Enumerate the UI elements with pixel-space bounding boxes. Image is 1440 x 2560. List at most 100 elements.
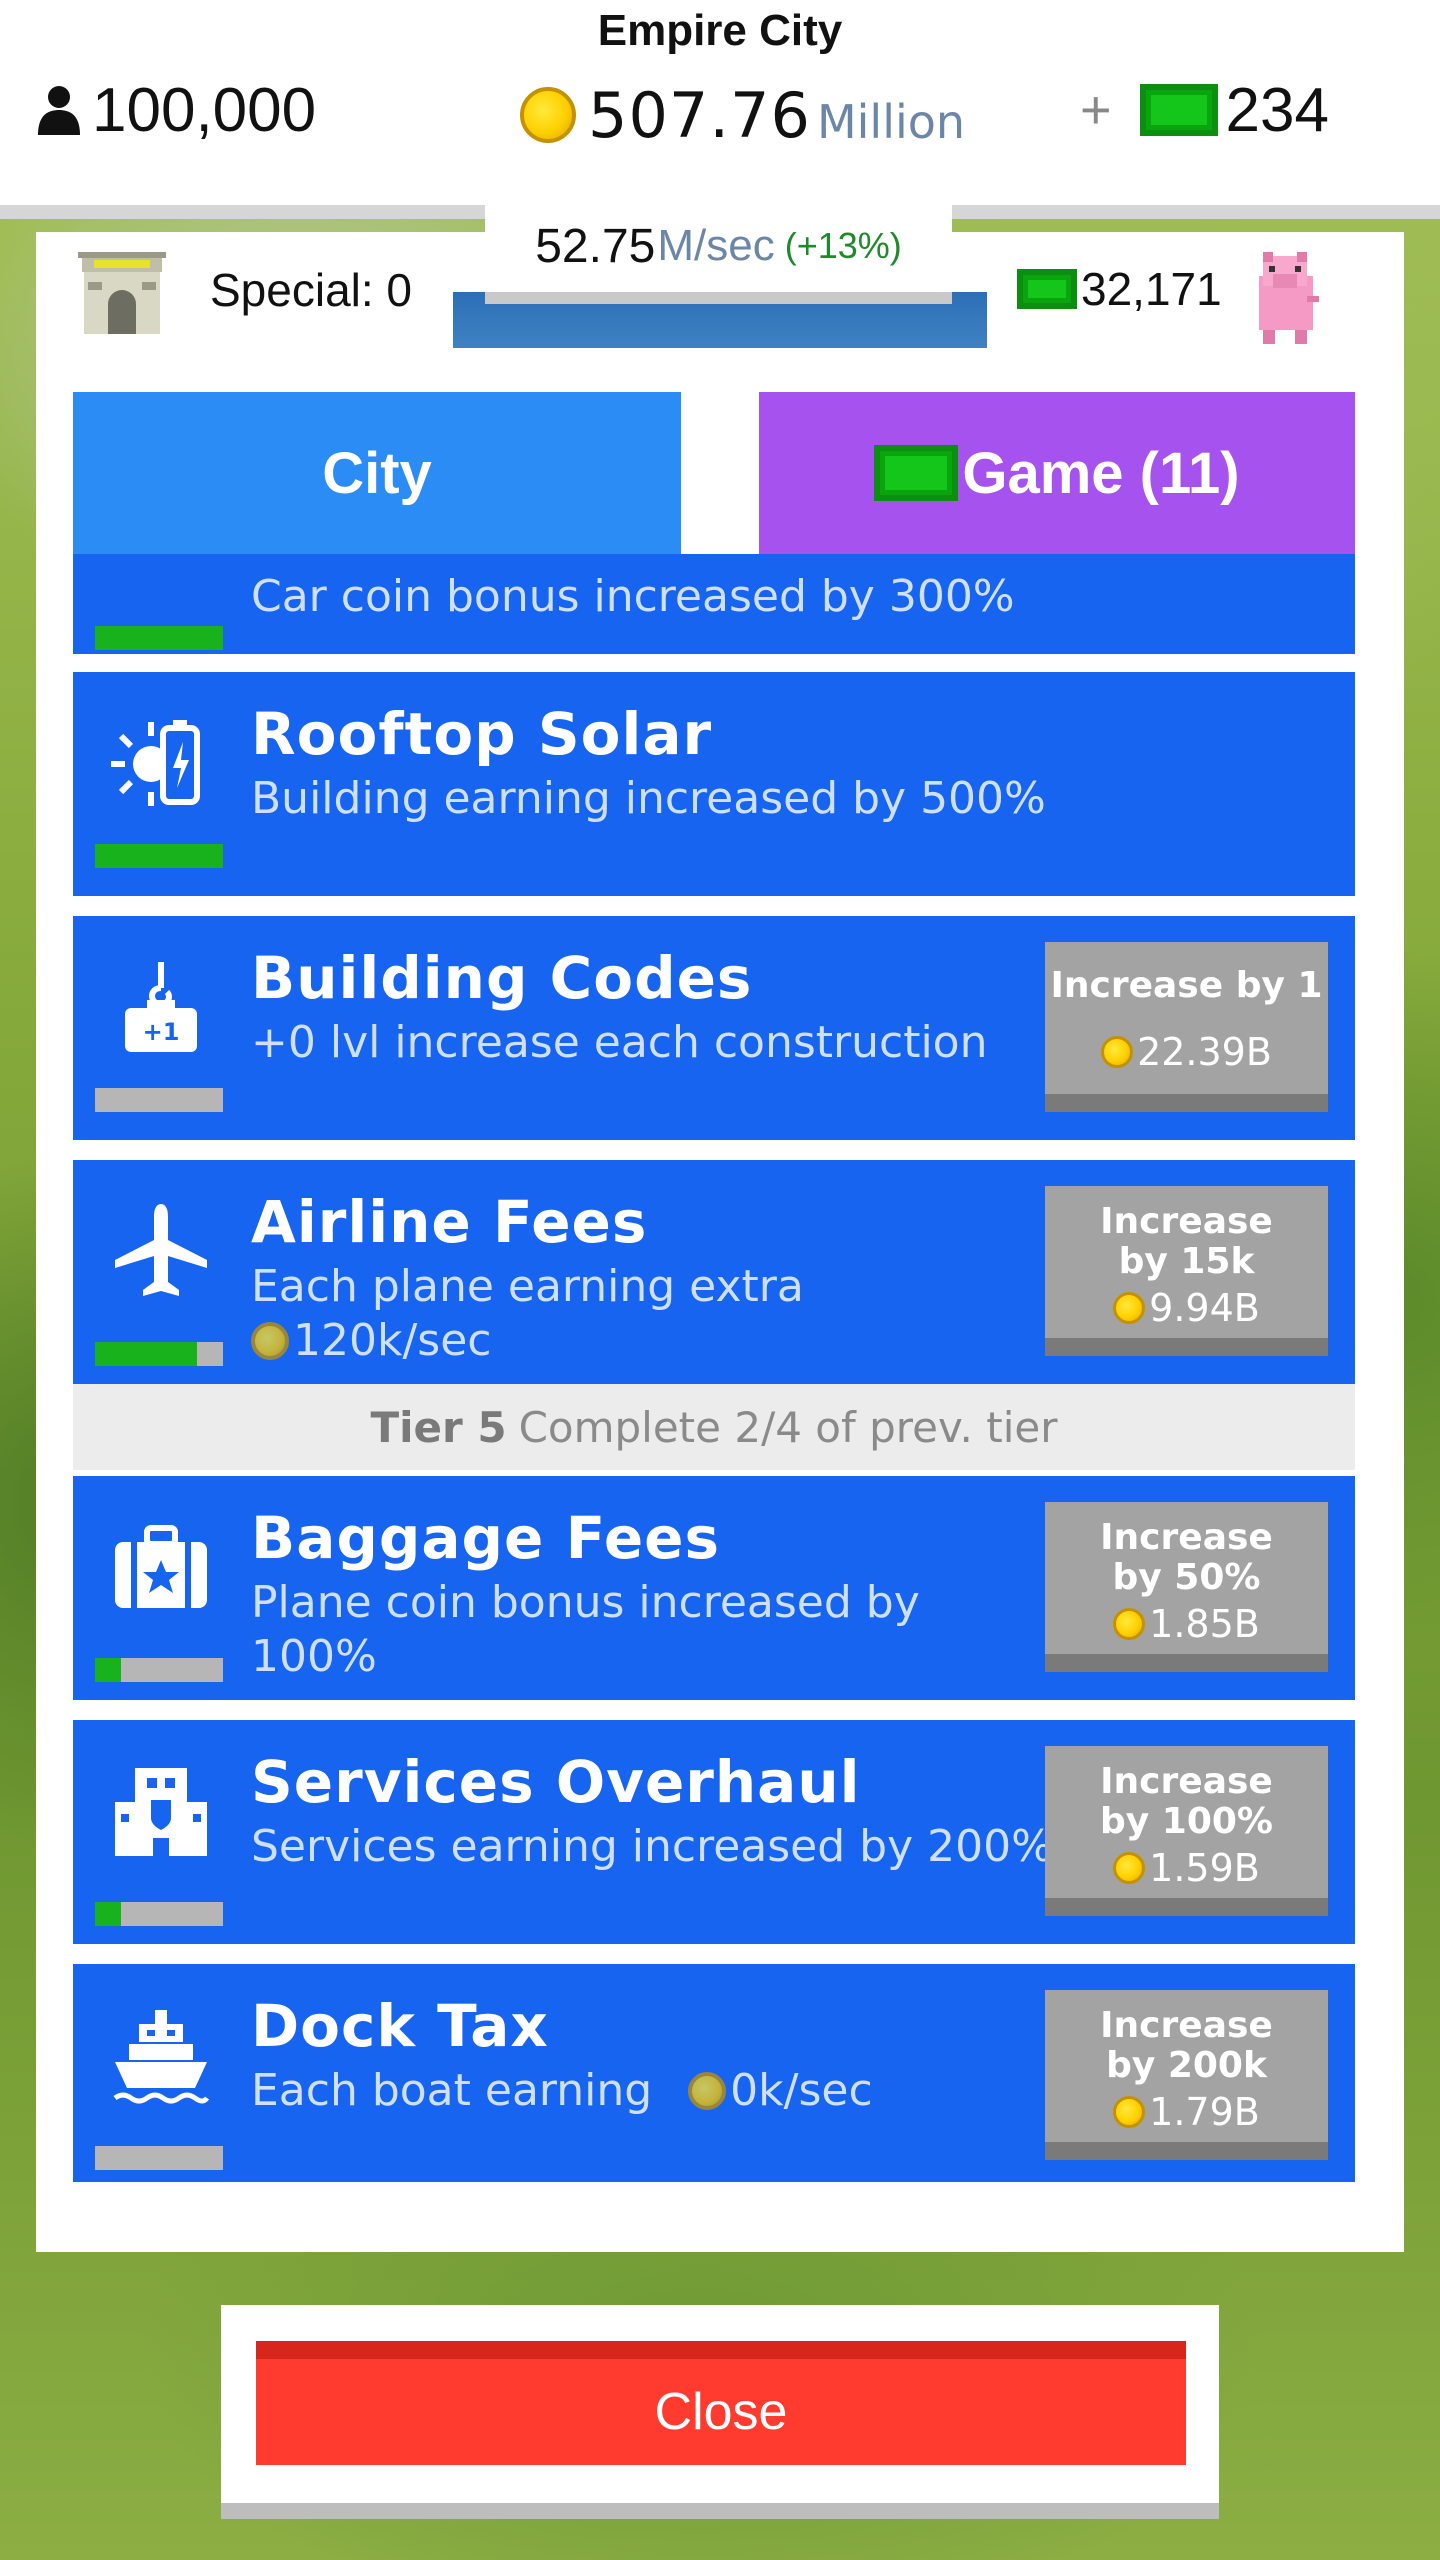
upgrade-cost: 9.94B	[1045, 1286, 1328, 1330]
coin-icon	[1113, 1608, 1146, 1640]
tier-label: Tier 5	[370, 1402, 507, 1452]
cash-icon	[1139, 84, 1218, 136]
upgrade-description: Each plane earning extra	[251, 1261, 804, 1312]
upgrade-card: +1 Building Codes +0 lvl increase each c…	[73, 916, 1355, 1140]
close-button[interactable]: Close	[256, 2341, 1186, 2465]
coins-unit: Million	[816, 95, 966, 149]
population-counter: 100,000	[36, 70, 316, 150]
upgrade-title: Baggage Fees	[251, 1504, 721, 1572]
coin-icon	[1113, 1292, 1146, 1324]
upgrade-card: Dock Tax Each boat earning 0k/sec Increa…	[73, 1964, 1355, 2182]
progress-bar	[95, 844, 223, 868]
add-cash-button[interactable]: +	[1080, 79, 1112, 141]
upgrade-card: Baggage Fees Plane coin bonus increased …	[73, 1476, 1355, 1700]
tab-game-label: Game (11)	[962, 440, 1240, 506]
upgrade-cost-value: 1.59B	[1149, 1846, 1260, 1890]
svg-text:+1: +1	[143, 1018, 180, 1046]
piggy-bank-icon[interactable]	[1249, 246, 1321, 346]
upgrade-title: Airline Fees	[251, 1188, 648, 1256]
increase-label: Increase by 100%	[1100, 1761, 1273, 1842]
increase-button[interactable]: Increase by 1 22.39B	[1045, 942, 1328, 1112]
upgrade-description: Car coin bonus increased by 300%	[251, 571, 1015, 622]
coin-icon	[1113, 1852, 1146, 1884]
coins-value: 507.76	[588, 78, 811, 152]
upgrade-cost-value: 1.79B	[1149, 2090, 1260, 2134]
income-rate: 52.75 M/sec (+13%)	[485, 200, 952, 304]
progress-fill	[95, 626, 223, 650]
upgrade-cost-value: 9.94B	[1149, 1286, 1260, 1330]
solar-battery-icon	[111, 720, 200, 806]
coin-icon	[688, 2072, 727, 2110]
increase-label: Increase by 50%	[1100, 1517, 1273, 1598]
cash-balance: 32,171	[1017, 262, 1222, 316]
cash-counter[interactable]: + 234	[1080, 70, 1329, 150]
increase-button[interactable]: Increase by 50% 1.85B	[1045, 1502, 1328, 1672]
population-value: 100,000	[92, 75, 317, 145]
cash-icon	[1017, 269, 1077, 309]
increase-button[interactable]: Increase by 100% 1.59B	[1045, 1746, 1328, 1916]
upgrade-description: Building earning increased by 500%	[251, 773, 1046, 824]
person-icon	[38, 86, 80, 135]
progress-bar	[95, 1658, 223, 1682]
suitcase-icon	[115, 1525, 207, 1608]
upgrade-title: Services Overhaul	[251, 1748, 861, 1816]
upgrade-amount: 0k/sec	[730, 2065, 873, 2116]
upgrade-amount: 120k/sec	[293, 1315, 492, 1366]
tab-game[interactable]: Game (11)	[759, 392, 1355, 554]
progress-fill	[95, 1902, 121, 1926]
upgrade-description: Plane coin bonus increased by 100%	[251, 1577, 920, 1682]
coins-counter: 507.76 Million	[520, 70, 965, 160]
cash-value: 234	[1225, 75, 1329, 145]
cash-balance-value: 32,171	[1081, 263, 1222, 315]
upgrade-card: Airline Fees Each plane earning extra 12…	[73, 1160, 1355, 1384]
increase-label: Increase by 200k	[1100, 2005, 1273, 2086]
rate-value: 52.75	[535, 219, 656, 273]
building-icon	[115, 1768, 207, 1856]
upgrade-card: Car coin bonus increased by 300%	[73, 554, 1355, 654]
progress-bar	[95, 1342, 223, 1366]
rate-unit: M/sec	[657, 221, 775, 270]
coin-icon	[520, 87, 576, 143]
cash-balance-area: 32,171	[987, 232, 1404, 348]
upgrade-list[interactable]: Car coin bonus increased by 300% Rooftop…	[73, 554, 1355, 2182]
hook-toolbox-icon: +1	[125, 962, 197, 1052]
cash-icon	[874, 445, 959, 501]
increase-button[interactable]: Increase by 200k 1.79B	[1045, 1990, 1328, 2160]
upgrade-card: Rooftop Solar Building earning increased…	[73, 672, 1355, 896]
airplane-icon	[115, 1204, 207, 1296]
close-area: Close	[221, 2305, 1219, 2519]
progress-bar	[95, 626, 223, 650]
special-counter: Special: 0	[36, 232, 453, 348]
tab-city-label: City	[322, 440, 432, 506]
upgrade-cost: 1.85B	[1045, 1602, 1328, 1646]
tier-divider: Tier 5 Complete 2/4 of prev. tier	[73, 1384, 1355, 1470]
tab-city[interactable]: City	[73, 392, 681, 554]
upgrade-cost-value: 1.85B	[1149, 1602, 1260, 1646]
tier-requirement: Complete 2/4 of prev. tier	[518, 1402, 1058, 1452]
upgrade-cost: 1.79B	[1045, 2090, 1328, 2134]
upgrade-title: Dock Tax	[251, 1992, 549, 2060]
progress-bar	[95, 1088, 223, 1112]
ship-icon	[113, 2010, 210, 2104]
progress-fill	[95, 1658, 121, 1682]
rate-bonus: (+13%)	[784, 225, 902, 266]
special-label: Special: 0	[210, 264, 413, 316]
upgrade-description: Each boat earning 0k/sec	[251, 2064, 873, 2118]
upgrade-description: Services earning increased by 200%	[251, 1821, 1053, 1872]
upgrade-description: +0 lvl increase each construction	[251, 1017, 988, 1068]
increase-label: Increase by 1	[1050, 965, 1323, 1006]
coin-icon	[1101, 1036, 1134, 1068]
upgrade-title: Rooftop Solar	[251, 700, 713, 768]
increase-label: Increase by 15k	[1100, 1201, 1273, 1282]
progress-bar	[95, 2146, 223, 2170]
upgrade-cost: 1.59B	[1045, 1846, 1328, 1890]
progress-bar	[95, 1902, 223, 1926]
upgrade-title: Building Codes	[251, 944, 753, 1012]
upgrade-cost-value: 22.39B	[1137, 1030, 1272, 1074]
progress-fill	[95, 844, 223, 868]
coin-icon	[251, 1322, 289, 1360]
upgrade-description-text: Each boat earning	[251, 2065, 653, 2116]
increase-button[interactable]: Increase by 15k 9.94B	[1045, 1186, 1328, 1356]
upgrade-description-amount: 120k/sec	[251, 1314, 491, 1368]
arch-icon	[78, 252, 166, 334]
